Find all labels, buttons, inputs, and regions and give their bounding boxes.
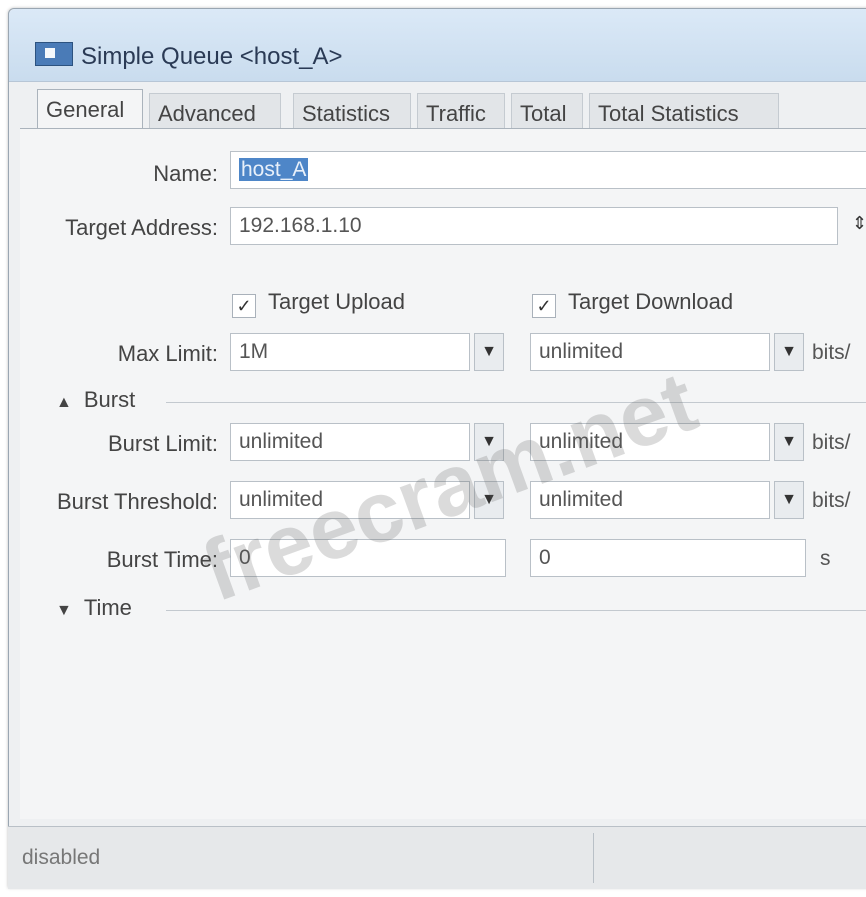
status-right — [594, 833, 866, 883]
title-bar[interactable]: Simple Queue <host_A> — [9, 9, 866, 82]
app-icon — [35, 42, 73, 66]
burst-time-label: Burst Time: — [106, 547, 218, 572]
triangle-up-icon: ▲ — [56, 394, 72, 411]
burst-limit-upload-field[interactable]: unlimited — [230, 423, 470, 461]
tab-statistics[interactable]: Statistics — [293, 93, 411, 133]
target-address-label: Target Address: — [65, 215, 218, 240]
dropdown-arrow-icon[interactable]: ▼ — [774, 423, 804, 461]
tab-total[interactable]: Total — [511, 93, 583, 133]
max-limit-upload-field[interactable]: 1M — [230, 333, 470, 371]
burst-time-upload-field[interactable]: 0 — [230, 539, 506, 577]
general-tab-panel: Name: host_A Target Address: 192.168.1.1… — [20, 128, 866, 819]
dropdown-arrow-icon[interactable]: ▼ — [474, 333, 504, 371]
checkmark-icon: ✓ — [532, 294, 556, 318]
tab-total-statistics[interactable]: Total Statistics — [589, 93, 779, 133]
max-limit-unit: bits/ — [812, 341, 851, 364]
name-value: host_A — [239, 158, 309, 181]
target-download-checkbox[interactable]: ✓ Target Download — [532, 289, 733, 318]
target-upload-checkbox[interactable]: ✓ Target Upload — [232, 289, 405, 318]
burst-time-download-field[interactable]: 0 — [530, 539, 806, 577]
status-disabled: disabled — [8, 833, 594, 883]
status-bar: disabled — [8, 826, 866, 889]
target-address-field[interactable]: 192.168.1.10 — [230, 207, 838, 245]
name-label: Name: — [153, 161, 218, 186]
target-upload-label: Target Upload — [268, 289, 405, 314]
section-divider — [166, 610, 866, 611]
address-spin-icon[interactable]: ⇕ — [852, 213, 866, 234]
tab-traffic[interactable]: Traffic — [417, 93, 505, 133]
tab-advanced[interactable]: Advanced — [149, 93, 281, 133]
burst-section-toggle[interactable]: ▲ Burst — [56, 387, 866, 413]
time-section-toggle[interactable]: ▼ Time — [56, 595, 866, 621]
dropdown-arrow-icon[interactable]: ▼ — [474, 423, 504, 461]
checkmark-icon: ✓ — [232, 294, 256, 318]
triangle-down-icon: ▼ — [56, 602, 72, 619]
name-field[interactable]: host_A — [230, 151, 866, 189]
burst-threshold-download-field[interactable]: unlimited — [530, 481, 770, 519]
time-section-label: Time — [83, 595, 132, 620]
burst-section-label: Burst — [83, 387, 136, 412]
max-limit-label: Max Limit: — [117, 341, 218, 366]
burst-time-unit: s — [820, 547, 831, 570]
dropdown-arrow-icon[interactable]: ▼ — [774, 481, 804, 519]
burst-limit-download-field[interactable]: unlimited — [530, 423, 770, 461]
dropdown-arrow-icon[interactable]: ▼ — [474, 481, 504, 519]
burst-threshold-label: Burst Threshold: — [56, 489, 218, 514]
burst-limit-label: Burst Limit: — [107, 431, 218, 456]
max-limit-download-field[interactable]: unlimited — [530, 333, 770, 371]
dropdown-arrow-icon[interactable]: ▼ — [774, 333, 804, 371]
window-title: Simple Queue <host_A> — [81, 43, 343, 70]
section-divider — [166, 402, 866, 403]
burst-limit-unit: bits/ — [812, 431, 851, 454]
target-download-label: Target Download — [568, 289, 734, 314]
burst-threshold-unit: bits/ — [812, 489, 851, 512]
burst-threshold-upload-field[interactable]: unlimited — [230, 481, 470, 519]
